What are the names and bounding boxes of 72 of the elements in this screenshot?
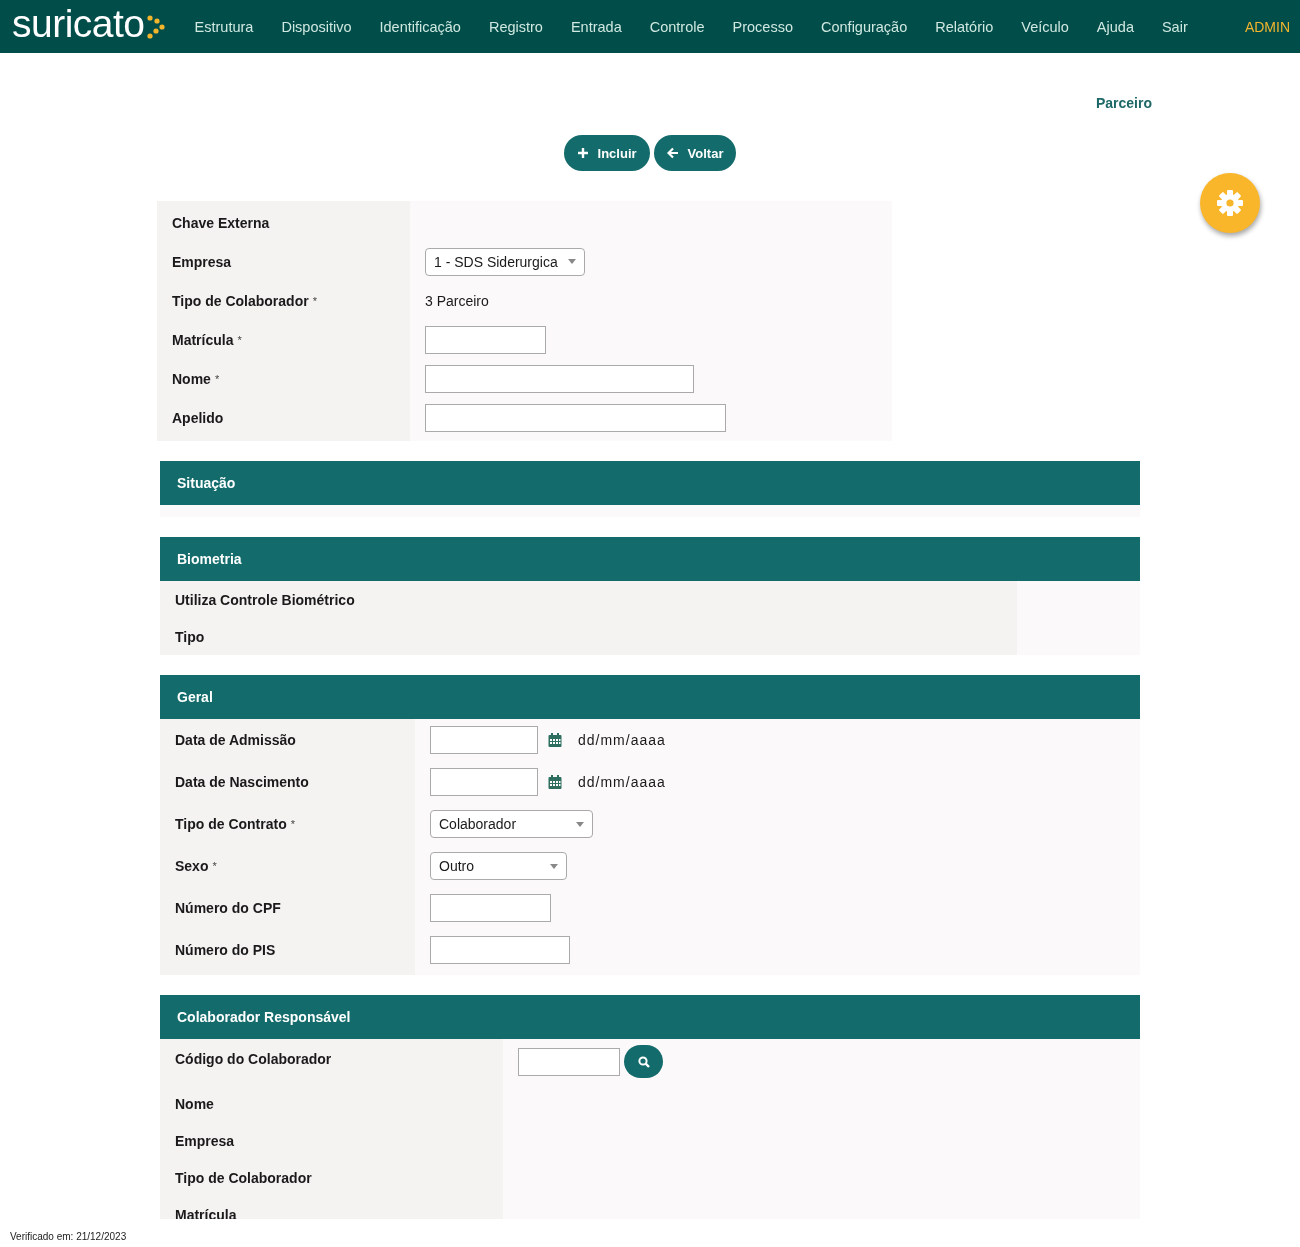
nav-link[interactable]: Ajuda <box>1082 18 1148 35</box>
section-header: Colaborador Responsável <box>160 995 1140 1039</box>
caret-icon <box>550 863 558 869</box>
caret-icon <box>576 821 584 827</box>
nav-link[interactable]: Relatório <box>921 18 1008 35</box>
input-field[interactable] <box>430 936 570 964</box>
field-label: Empresa <box>175 1132 235 1149</box>
field-label: Apelido <box>172 409 224 426</box>
input-field[interactable] <box>425 364 694 393</box>
nav-link[interactable]: Registro <box>474 18 557 35</box>
input-field[interactable] <box>425 325 546 354</box>
input-field[interactable] <box>430 894 551 922</box>
required-mark: * <box>214 372 220 385</box>
dropdown[interactable]: 1 - SDS Siderurgica <box>425 247 585 276</box>
caret-icon <box>568 259 576 264</box>
field-label: Data de Nascimento <box>175 774 309 790</box>
nav-link[interactable]: Entrada <box>556 18 636 35</box>
nav-link[interactable]: Veículo <box>1007 18 1083 35</box>
field-label: Utiliza Controle Biométrico <box>175 591 355 608</box>
field-label: Empresa <box>172 253 232 270</box>
input-field[interactable] <box>425 403 726 432</box>
field-label: Número do CPF <box>175 900 281 916</box>
section-header: Situação <box>160 461 1140 505</box>
nav-link[interactable]: Identificação <box>365 18 475 35</box>
dropdown[interactable]: Colaborador <box>430 810 593 838</box>
search-button[interactable] <box>624 1045 663 1078</box>
field-label: Sexo <box>175 858 209 874</box>
nav-link[interactable]: Estrutura <box>180 18 268 35</box>
required-mark: * <box>290 818 295 830</box>
required-mark: * <box>237 333 242 346</box>
section-header: Biometria <box>160 537 1140 581</box>
plus-icon <box>576 147 589 159</box>
add-button[interactable]: Incluir <box>563 135 650 171</box>
field-label: Código do Colaborador <box>175 1051 332 1067</box>
required-mark: * <box>312 294 317 307</box>
settings-icon <box>1216 189 1244 217</box>
calendar-icon <box>548 733 562 747</box>
field-value: 3 Parceiro <box>425 292 489 309</box>
arrow-left-icon <box>666 147 679 159</box>
date-format-hint: dd/mm/aaaa <box>578 732 666 748</box>
input-field[interactable] <box>518 1047 620 1076</box>
logo-text: suricato <box>12 4 145 43</box>
nav-link[interactable]: Sair <box>1147 18 1202 35</box>
calendar-icon <box>548 775 562 789</box>
date-field[interactable] <box>430 726 538 754</box>
field-label: Nome <box>175 1095 214 1112</box>
settings-button[interactable] <box>1200 173 1260 233</box>
nav-link[interactable]: Processo <box>718 18 807 35</box>
nav-link[interactable]: Controle <box>635 18 719 35</box>
field-label: Tipo de Contrato <box>175 816 287 832</box>
field-label: Data de Admissão <box>175 732 296 748</box>
date-format-hint: dd/mm/aaaa <box>578 774 666 790</box>
search-icon <box>637 1055 650 1068</box>
field-label: Tipo de Colaborador <box>172 292 309 309</box>
user-link[interactable]: ADMIN <box>1244 18 1290 35</box>
nav-link[interactable]: Dispositivo <box>267 18 366 35</box>
back-button[interactable]: Voltar <box>653 135 737 171</box>
dropdown[interactable]: Outro <box>430 852 567 880</box>
date-field[interactable] <box>430 768 538 796</box>
field-label: Matrícula <box>172 331 234 348</box>
section-header: Geral <box>160 675 1140 719</box>
dots-icon <box>145 14 165 39</box>
verification-date: Verificado em: 21/12/2023 <box>10 1231 127 1242</box>
page-title: Parceiro <box>1095 95 1152 111</box>
field-label: Tipo de Colaborador <box>175 1169 312 1186</box>
nav-link[interactable]: Configuração <box>807 18 922 35</box>
required-mark: * <box>212 860 217 872</box>
field-label: Matrícula <box>175 1206 237 1219</box>
field-label: Número do PIS <box>175 942 276 958</box>
field-label: Nome <box>172 370 211 387</box>
field-label: Tipo <box>175 628 205 645</box>
field-label: Chave Externa <box>172 214 270 231</box>
